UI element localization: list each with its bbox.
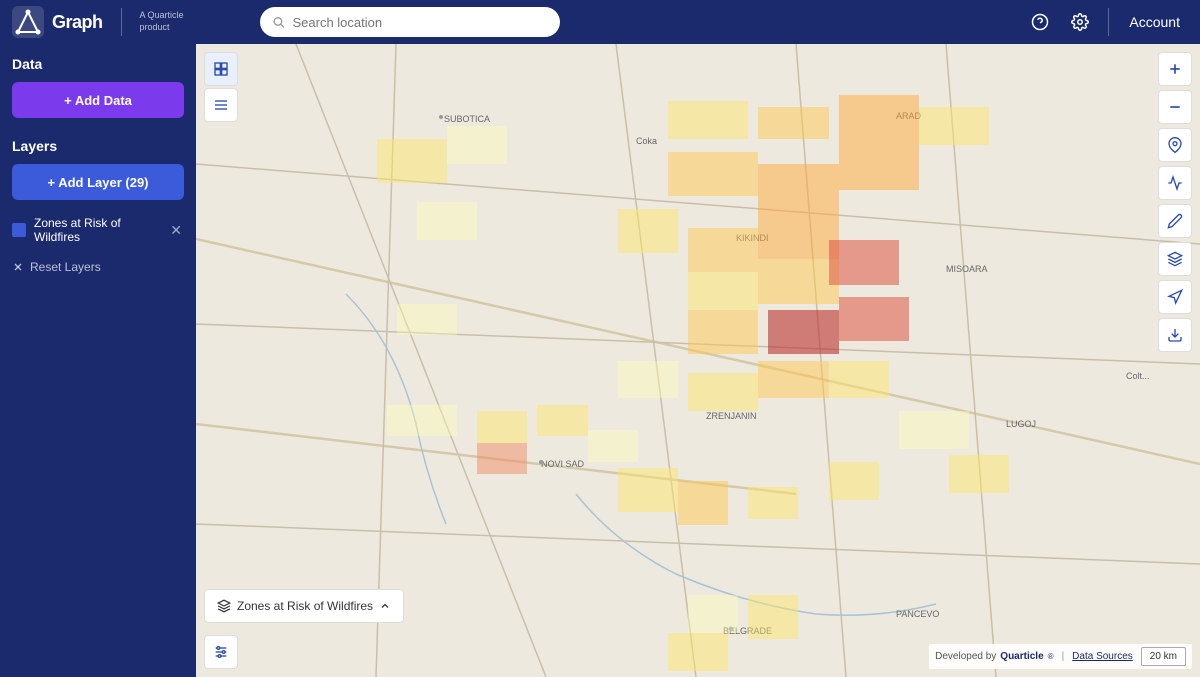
plus-icon [1167,61,1183,77]
layer-item: Zones at Risk of Wildfires ✕ [12,212,184,248]
map-background: SUBOTICA ARAD KIKINDI MISOARA NOVI SAD Z… [196,44,1200,677]
svg-text:KIKINDI: KIKINDI [736,233,769,243]
search-icon [272,15,285,29]
data-section-title: Data [12,56,184,72]
quarticle-product-label: A Quarticle product [140,10,184,33]
header-icons: Account [1024,6,1188,38]
chevron-up-icon [379,600,391,612]
bottom-toolbar: Zones at Risk of Wildfires [204,589,404,623]
svg-text:NOVI SAD: NOVI SAD [541,459,585,469]
navigate-button[interactable] [1158,280,1192,314]
chart-view-button[interactable] [1158,166,1192,200]
graph-logo-icon [12,6,44,38]
map-area[interactable]: SUBOTICA ARAD KIKINDI MISOARA NOVI SAD Z… [196,44,1200,677]
svg-text:LUGOJ: LUGOJ [1006,419,1036,429]
settings-button[interactable] [1064,6,1096,38]
my-location-button[interactable] [1158,128,1192,162]
minus-icon [1167,99,1183,115]
legend-toggle-button[interactable]: Zones at Risk of Wildfires [204,589,404,623]
export-icon [1167,327,1183,343]
grid-icon [213,61,229,77]
map-attribution: Developed by Quarticle ® | Data Sources … [929,644,1192,669]
layers-section-title: Layers [12,138,184,154]
zoom-in-button[interactable] [1158,52,1192,86]
logo-divider [121,8,122,36]
svg-text:PANCEVO: PANCEVO [896,609,939,619]
header-divider [1108,8,1109,36]
map-type-list-button[interactable] [204,88,238,122]
navigate-icon [1167,289,1183,305]
layer-close-button[interactable]: ✕ [168,220,184,241]
svg-text:MISOARA: MISOARA [946,264,988,274]
layer-name: Zones at Risk of Wildfires [34,216,160,244]
trademark-symbol: ® [1048,652,1054,661]
map-type-toolbar [204,52,238,122]
map-controls-toolbar [1158,52,1192,352]
export-button[interactable] [1158,318,1192,352]
svg-text:ARAD: ARAD [896,111,922,121]
reset-layers-button[interactable]: Reset Layers [12,256,101,278]
quarticle-brand: Quarticle [1000,651,1043,662]
attribution-separator: | [1062,651,1065,662]
legend-label: Zones at Risk of Wildfires [237,599,373,613]
help-button[interactable] [1024,6,1056,38]
line-chart-icon [1167,175,1183,191]
scale-bar: 20 km [1141,647,1186,666]
map-type-grid-button[interactable] [204,52,238,86]
layers-control-button[interactable] [1158,242,1192,276]
svg-text:ZRENJANIN: ZRENJANIN [706,411,757,421]
layer-color-swatch [12,223,26,237]
svg-text:Coka: Coka [636,136,657,146]
data-sources-link[interactable]: Data Sources [1072,651,1133,662]
zoom-out-button[interactable] [1158,90,1192,124]
list-icon [213,97,229,113]
location-pin-icon [1167,137,1183,153]
header: Graph A Quarticle product Account [0,0,1200,44]
settings-icon [1071,13,1089,31]
layers-icon [1167,251,1183,267]
help-icon [1031,13,1049,31]
reset-layers-label: Reset Layers [30,260,101,274]
draw-button[interactable] [1158,204,1192,238]
svg-text:Colt...: Colt... [1126,371,1150,381]
add-data-button[interactable]: + Add Data [12,82,184,118]
add-layer-button[interactable]: + Add Layer (29) [12,164,184,200]
search-input[interactable] [292,15,547,30]
layers-section: Layers + Add Layer (29) Zones at Risk of… [12,138,184,278]
search-bar[interactable] [260,7,560,37]
logo-area: Graph A Quarticle product [12,6,184,38]
filter-button-area [204,635,238,669]
filter-sliders-icon [213,644,229,660]
wildfire-icon [217,599,231,613]
filter-button[interactable] [204,635,238,669]
reset-icon [12,261,24,273]
sidebar: Data + Add Data Layers + Add Layer (29) … [0,44,196,677]
svg-text:SUBOTICA: SUBOTICA [444,114,490,124]
pencil-icon [1167,213,1183,229]
attribution-text: Developed by [935,651,996,662]
app-title: Graph [52,12,103,33]
account-button[interactable]: Account [1121,10,1188,34]
